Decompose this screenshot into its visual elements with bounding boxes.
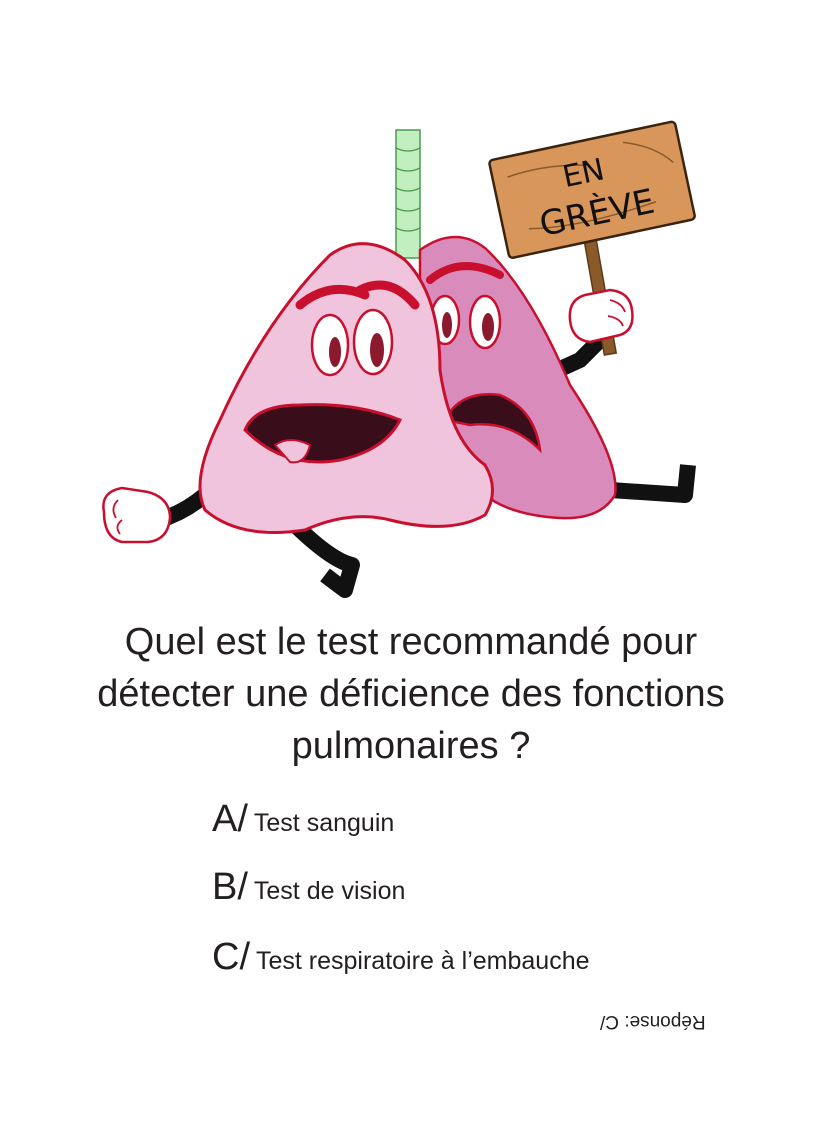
quiz-question: Quel est le test recommandé pour détecte… (97, 621, 725, 767)
lungs-illustration: EN GRÈVE (102, 120, 696, 598)
option-a: A/ Test sanguin (212, 798, 394, 841)
trachea-icon (395, 129, 421, 259)
option-b: B/ Test de vision (212, 866, 405, 909)
right-glove-icon (568, 288, 634, 344)
right-leg (609, 464, 696, 503)
option-c-letter: C/ (212, 936, 250, 978)
option-a-text: Test sanguin (253, 809, 395, 837)
option-a-letter: A/ (212, 798, 248, 840)
left-glove-icon (102, 486, 172, 544)
option-b-letter: B/ (212, 866, 248, 908)
option-c-text: Test respiratoire à l’embauche (256, 947, 590, 975)
strike-sign-icon: EN GRÈVE (488, 120, 696, 259)
upside-down-answer: Réponse: C/ (600, 1011, 706, 1032)
option-c: C/ Test respiratoire à l’embauche (212, 936, 590, 979)
option-b-text: Test de vision (253, 877, 406, 905)
